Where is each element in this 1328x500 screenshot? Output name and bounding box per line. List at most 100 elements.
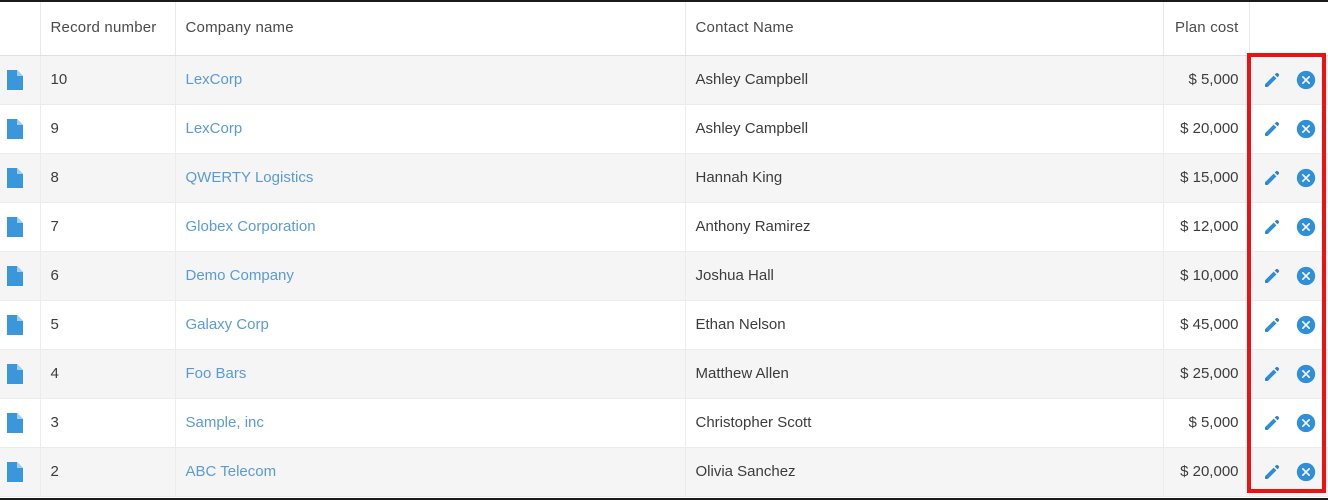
cell-plan-cost: $ 15,000 bbox=[1163, 153, 1250, 203]
row-document-icon-cell[interactable] bbox=[0, 251, 41, 301]
delete-button[interactable] bbox=[1295, 69, 1317, 91]
row-document-icon-cell[interactable] bbox=[0, 398, 41, 448]
row-actions bbox=[1250, 105, 1328, 153]
edit-button[interactable] bbox=[1261, 118, 1283, 140]
document-icon[interactable] bbox=[7, 265, 23, 286]
cell-company-name: Globex Corporation bbox=[175, 202, 686, 252]
edit-button[interactable] bbox=[1261, 314, 1283, 336]
table-body: 10 LexCorp Ashley Campbell $ 5,000 9 LexCorp A… bbox=[0, 55, 1328, 497]
column-header-contact-name[interactable]: Contact Name bbox=[685, 0, 1164, 56]
document-icon[interactable] bbox=[7, 216, 23, 237]
column-header-record-number[interactable]: Record number bbox=[40, 0, 176, 56]
row-actions bbox=[1250, 252, 1328, 300]
circle-x-icon bbox=[1296, 462, 1316, 482]
company-name-link[interactable]: QWERTY Logistics bbox=[186, 169, 314, 186]
table-row[interactable]: 7 Globex Corporation Anthony Ramirez $ 12,0… bbox=[0, 202, 1328, 252]
row-document-icon-cell[interactable] bbox=[0, 104, 41, 154]
cell-actions bbox=[1249, 300, 1328, 350]
column-header-icon[interactable] bbox=[0, 0, 41, 56]
company-name-link[interactable]: Galaxy Corp bbox=[186, 316, 269, 333]
circle-x-icon bbox=[1296, 217, 1316, 237]
table-row[interactable]: 10 LexCorp Ashley Campbell $ 5,000 bbox=[0, 55, 1328, 105]
cell-record-number: 7 bbox=[40, 202, 176, 252]
cell-company-name: Foo Bars bbox=[175, 349, 686, 399]
cell-plan-cost: $ 45,000 bbox=[1163, 300, 1250, 350]
company-name-link[interactable]: Globex Corporation bbox=[186, 218, 316, 235]
cell-company-name: Demo Company bbox=[175, 251, 686, 301]
cell-record-number: 8 bbox=[40, 153, 176, 203]
cell-record-number: 2 bbox=[40, 447, 176, 497]
edit-button[interactable] bbox=[1261, 216, 1283, 238]
company-name-link[interactable]: ABC Telecom bbox=[186, 463, 277, 480]
cell-record-number: 6 bbox=[40, 251, 176, 301]
document-icon[interactable] bbox=[7, 363, 23, 384]
row-document-icon-cell[interactable] bbox=[0, 447, 41, 497]
edit-button[interactable] bbox=[1261, 461, 1283, 483]
row-actions bbox=[1250, 56, 1328, 104]
row-document-icon-cell[interactable] bbox=[0, 153, 41, 203]
table-row[interactable]: 4 Foo Bars Matthew Allen $ 25,000 bbox=[0, 349, 1328, 399]
delete-button[interactable] bbox=[1295, 314, 1317, 336]
cell-contact-name: Joshua Hall bbox=[685, 251, 1164, 301]
document-icon[interactable] bbox=[7, 412, 23, 433]
pencil-icon bbox=[1263, 316, 1281, 334]
company-name-link[interactable]: LexCorp bbox=[186, 71, 243, 88]
pencil-icon bbox=[1263, 218, 1281, 236]
company-name-link[interactable]: Foo Bars bbox=[186, 365, 247, 382]
cell-company-name: LexCorp bbox=[175, 55, 686, 105]
cell-actions bbox=[1249, 104, 1328, 154]
row-document-icon-cell[interactable] bbox=[0, 202, 41, 252]
cell-actions bbox=[1249, 251, 1328, 301]
circle-x-icon bbox=[1296, 119, 1316, 139]
row-document-icon-cell[interactable] bbox=[0, 300, 41, 350]
cell-company-name: Galaxy Corp bbox=[175, 300, 686, 350]
records-table-page: Record number Company name Contact Name … bbox=[0, 0, 1328, 500]
pencil-icon bbox=[1263, 463, 1281, 481]
delete-button[interactable] bbox=[1295, 412, 1317, 434]
pencil-icon bbox=[1263, 169, 1281, 187]
cell-record-number: 3 bbox=[40, 398, 176, 448]
document-icon[interactable] bbox=[7, 118, 23, 139]
cell-plan-cost: $ 5,000 bbox=[1163, 55, 1250, 105]
column-header-actions[interactable] bbox=[1249, 0, 1328, 56]
edit-button[interactable] bbox=[1261, 167, 1283, 189]
table-row[interactable]: 8 QWERTY Logistics Hannah King $ 15,000 bbox=[0, 153, 1328, 203]
column-header-plan-cost[interactable]: Plan cost bbox=[1163, 0, 1250, 56]
delete-button[interactable] bbox=[1295, 363, 1317, 385]
cell-plan-cost: $ 20,000 bbox=[1163, 447, 1250, 497]
edit-button[interactable] bbox=[1261, 412, 1283, 434]
row-document-icon-cell[interactable] bbox=[0, 349, 41, 399]
delete-button[interactable] bbox=[1295, 461, 1317, 483]
edit-button[interactable] bbox=[1261, 363, 1283, 385]
delete-button[interactable] bbox=[1295, 216, 1317, 238]
table-row[interactable]: 5 Galaxy Corp Ethan Nelson $ 45,000 bbox=[0, 300, 1328, 350]
delete-button[interactable] bbox=[1295, 265, 1317, 287]
table-row[interactable]: 3 Sample, inc Christopher Scott $ 5,000 bbox=[0, 398, 1328, 448]
cell-record-number: 4 bbox=[40, 349, 176, 399]
company-name-link[interactable]: LexCorp bbox=[186, 120, 243, 137]
edit-button[interactable] bbox=[1261, 69, 1283, 91]
company-name-link[interactable]: Sample, inc bbox=[186, 414, 264, 431]
company-name-link[interactable]: Demo Company bbox=[186, 267, 294, 284]
edit-button[interactable] bbox=[1261, 265, 1283, 287]
circle-x-icon bbox=[1296, 315, 1316, 335]
cell-actions bbox=[1249, 349, 1328, 399]
document-icon[interactable] bbox=[7, 314, 23, 335]
table-row[interactable]: 9 LexCorp Ashley Campbell $ 20,000 bbox=[0, 104, 1328, 154]
document-icon[interactable] bbox=[7, 167, 23, 188]
row-actions bbox=[1250, 399, 1328, 447]
row-document-icon-cell[interactable] bbox=[0, 55, 41, 105]
cell-plan-cost: $ 20,000 bbox=[1163, 104, 1250, 154]
cell-contact-name: Anthony Ramirez bbox=[685, 202, 1164, 252]
cell-plan-cost: $ 5,000 bbox=[1163, 398, 1250, 448]
document-icon[interactable] bbox=[7, 69, 23, 90]
document-icon[interactable] bbox=[7, 461, 23, 482]
table-row[interactable]: 2 ABC Telecom Olivia Sanchez $ 20,000 bbox=[0, 447, 1328, 497]
delete-button[interactable] bbox=[1295, 118, 1317, 140]
cell-actions bbox=[1249, 447, 1328, 497]
table-row[interactable]: 6 Demo Company Joshua Hall $ 10,000 bbox=[0, 251, 1328, 301]
column-header-company-name[interactable]: Company name bbox=[175, 0, 686, 56]
delete-button[interactable] bbox=[1295, 167, 1317, 189]
cell-actions bbox=[1249, 202, 1328, 252]
circle-x-icon bbox=[1296, 364, 1316, 384]
